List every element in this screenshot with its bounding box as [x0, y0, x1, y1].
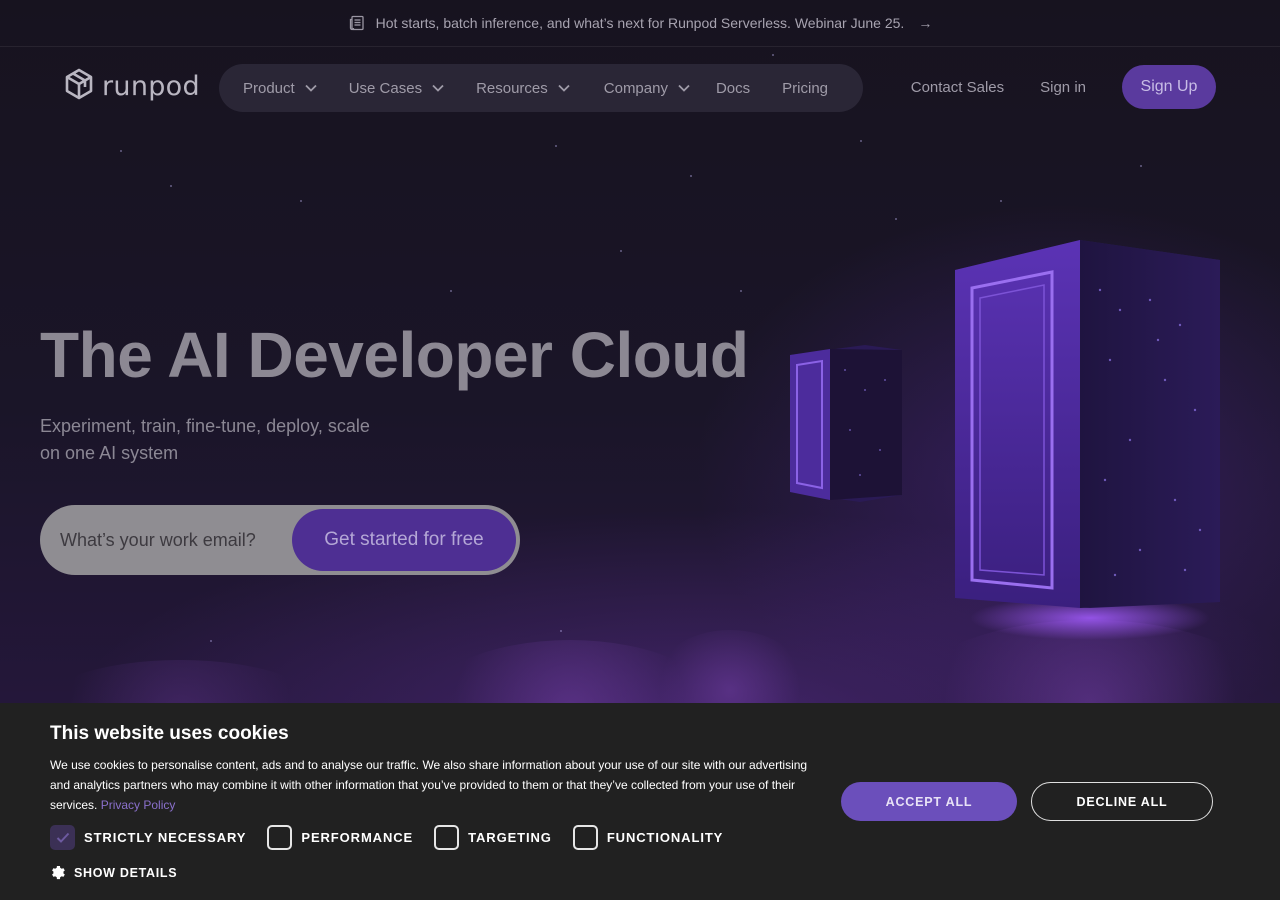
- cookie-option-functionality[interactable]: FUNCTIONALITY: [572, 825, 724, 850]
- nav-menu: Product Use Cases Resources Company Docs…: [219, 64, 863, 112]
- checkbox-unchecked[interactable]: [434, 825, 460, 850]
- chevron-down-icon: [678, 84, 690, 92]
- show-details-toggle[interactable]: SHOW DETAILS: [50, 865, 177, 880]
- sign-up-button[interactable]: Sign Up: [1122, 65, 1216, 109]
- checkbox-checked[interactable]: [50, 825, 75, 850]
- nav-actions: Contact Sales Sign in Sign Up: [911, 65, 1216, 109]
- decline-all-button[interactable]: DECLINE ALL: [1031, 782, 1213, 821]
- cookie-option-targeting[interactable]: TARGETING: [434, 825, 552, 850]
- accept-all-button[interactable]: ACCEPT ALL: [841, 782, 1017, 821]
- get-started-button[interactable]: Get started for free: [292, 509, 516, 571]
- contact-sales-link[interactable]: Contact Sales: [911, 79, 1004, 96]
- cookie-option-label: TARGETING: [468, 830, 552, 845]
- cookie-title: This website uses cookies: [50, 723, 289, 744]
- privacy-policy-link[interactable]: Privacy Policy: [101, 798, 176, 812]
- nav-item-resources[interactable]: Resources: [476, 80, 570, 97]
- nav-item-use-cases[interactable]: Use Cases: [349, 80, 444, 97]
- cookie-option-label: STRICTLY NECESSARY: [84, 830, 247, 845]
- newspaper-icon: [348, 14, 366, 32]
- sign-in-link[interactable]: Sign in: [1040, 79, 1086, 96]
- cookie-option-label: FUNCTIONALITY: [606, 830, 724, 845]
- signup-form: Get started for free: [40, 505, 520, 575]
- announcement-text[interactable]: Hot starts, batch inference, and what’s …: [376, 15, 905, 31]
- main-nav: runpod Product Use Cases Resources Compa…: [0, 64, 1280, 112]
- checkbox-unchecked[interactable]: [267, 825, 293, 850]
- cookie-banner: This website uses cookies We use cookies…: [0, 703, 1280, 900]
- cookie-option-strictly-necessary[interactable]: STRICTLY NECESSARY: [50, 825, 246, 850]
- nav-item-label: Resources: [476, 79, 548, 97]
- runpod-logo[interactable]: runpod: [64, 68, 200, 105]
- cookie-description: We use cookies to personalise content, a…: [50, 755, 820, 815]
- hero-title: The AI Developer Cloud: [40, 319, 749, 391]
- chevron-down-icon: [432, 84, 444, 92]
- show-details-label: SHOW DETAILS: [74, 865, 178, 880]
- cookie-option-performance[interactable]: PERFORMANCE: [267, 825, 413, 850]
- hero-subtitle-line: Experiment, train, fine-tune, deploy, sc…: [40, 416, 370, 436]
- logo-wordmark: runpod: [102, 71, 200, 102]
- nav-item-label: Docs: [715, 79, 751, 97]
- nav-item-label: Company: [603, 79, 668, 97]
- announcement-bar[interactable]: Hot starts, batch inference, and what’s …: [0, 0, 1280, 47]
- server-illustration: [790, 240, 1220, 640]
- cube-logo-icon: [64, 68, 94, 105]
- gear-icon: [52, 865, 65, 880]
- chevron-down-icon: [558, 84, 570, 92]
- nav-item-docs[interactable]: Docs: [716, 80, 750, 97]
- checkmark-icon: [56, 832, 69, 843]
- nav-item-label: Pricing: [782, 79, 829, 97]
- cookie-options: STRICTLY NECESSARY PERFORMANCE TARGETING…: [50, 825, 744, 850]
- arrow-right-icon: →: [918, 15, 933, 31]
- chevron-down-icon: [305, 84, 317, 92]
- nav-item-pricing[interactable]: Pricing: [782, 80, 828, 97]
- nav-item-company[interactable]: Company: [604, 80, 690, 97]
- nav-item-label: Product: [243, 79, 295, 97]
- nav-item-product[interactable]: Product: [243, 80, 317, 97]
- cookie-option-label: PERFORMANCE: [301, 830, 414, 845]
- hero-subtitle-line: on one AI system: [40, 443, 179, 463]
- work-email-input[interactable]: [60, 510, 310, 570]
- checkbox-unchecked[interactable]: [572, 825, 598, 850]
- nav-item-label: Use Cases: [348, 79, 423, 97]
- hero-subtitle: Experiment, train, fine-tune, deploy, sc…: [40, 413, 370, 467]
